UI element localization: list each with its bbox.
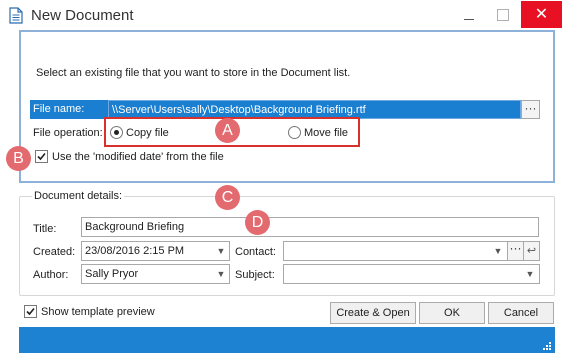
created-date-picker[interactable]: 23/08/2016 2:15 PM (81, 241, 230, 261)
contact-link-icon[interactable]: ↩ (523, 241, 540, 261)
use-modified-date-checkbox[interactable] (35, 150, 48, 163)
ok-button[interactable]: OK (419, 302, 485, 324)
maximize-icon[interactable] (485, 4, 519, 26)
chevron-down-icon[interactable]: ▼ (213, 265, 229, 283)
chevron-down-icon[interactable]: ▼ (213, 242, 229, 260)
create-open-button[interactable]: Create & Open (330, 302, 416, 324)
use-modified-date-label[interactable]: Use the 'modified date' from the file (52, 150, 224, 164)
subject-label: Subject: (235, 269, 275, 281)
close-icon[interactable]: ✕ (521, 1, 562, 28)
author-select[interactable]: Sally Pryor (81, 264, 230, 284)
contact-label: Contact: (235, 246, 276, 258)
file-operation-label: File operation: (33, 127, 103, 139)
show-template-preview-label[interactable]: Show template preview (41, 305, 155, 319)
checkmark-icon (37, 152, 46, 161)
contact-browse-button[interactable]: ··· (507, 241, 524, 261)
status-bar (19, 327, 555, 353)
subject-select[interactable] (283, 264, 540, 284)
resize-grip-icon[interactable] (542, 341, 552, 351)
callout-marker-b: B (6, 146, 31, 171)
title-label: Title: (33, 223, 57, 235)
chevron-down-icon[interactable]: ▼ (490, 242, 506, 260)
cancel-button[interactable]: Cancel (488, 302, 554, 324)
minimize-icon[interactable] (451, 4, 485, 26)
document-details-legend: Document details: (32, 189, 125, 203)
file-name-label: File name: (33, 103, 85, 115)
browse-button[interactable]: ··· (521, 100, 540, 119)
show-template-preview-checkbox[interactable] (24, 305, 37, 318)
title-input[interactable]: Background Briefing (81, 217, 539, 237)
window-title: New Document (31, 7, 134, 24)
created-label: Created: (33, 246, 76, 258)
author-label: Author: (33, 269, 69, 281)
chevron-down-icon[interactable]: ▼ (522, 265, 538, 283)
callout-marker-d: D (245, 210, 270, 235)
callout-marker-c: C (215, 185, 240, 210)
document-icon (9, 7, 23, 24)
checkmark-icon (26, 307, 35, 316)
instruction-text: Select an existing file that you want to… (36, 67, 351, 79)
callout-marker-a: A (215, 118, 240, 143)
contact-select[interactable] (283, 241, 508, 261)
